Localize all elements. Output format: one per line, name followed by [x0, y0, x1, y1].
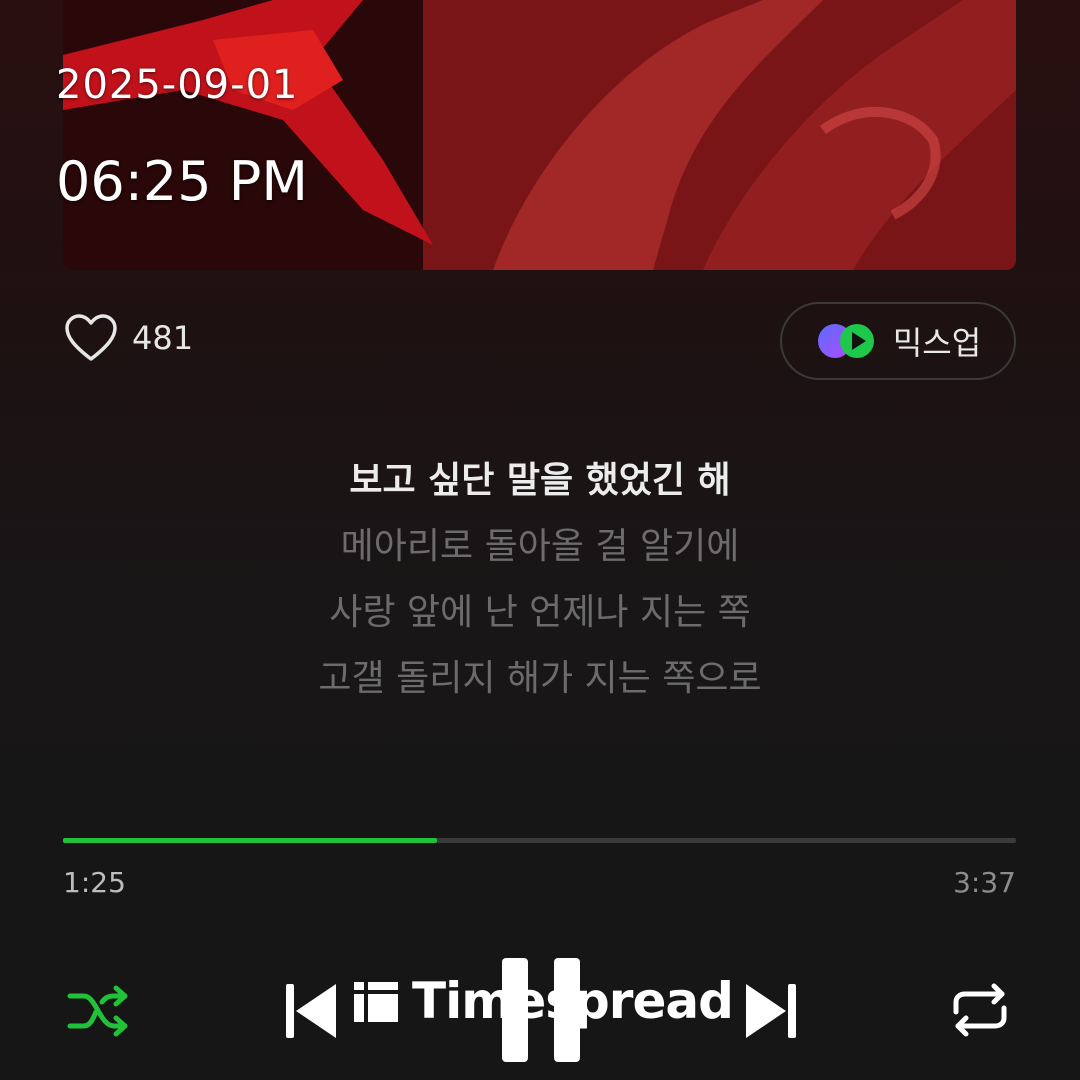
lyrics-panel[interactable]: 보고 싶단 말을 했었긴 해 메아리로 돌아올 걸 알기에 사랑 앞에 난 언제…	[0, 448, 1080, 712]
progress-fill	[63, 838, 437, 843]
mixup-button[interactable]: 믹스업	[780, 302, 1016, 380]
skip-next-icon	[746, 984, 796, 1038]
previous-button[interactable]	[284, 980, 340, 1046]
lyric-line[interactable]: 사랑 앞에 난 언제나 지는 쪽	[0, 580, 1080, 646]
total-time: 3:37	[953, 866, 1016, 899]
watermark-logo-icon	[354, 982, 398, 1022]
lyric-line[interactable]: 고갤 돌리지 해가 지는 쪽으로	[0, 646, 1080, 712]
heart-outline-icon	[65, 314, 117, 361]
shuffle-button[interactable]	[66, 984, 132, 1042]
status-time: 06:25 PM	[56, 150, 308, 213]
watermark: Timespread	[354, 972, 734, 1030]
next-button[interactable]	[742, 980, 798, 1046]
status-date: 2025-09-01	[56, 62, 299, 108]
progress-bar[interactable]	[63, 838, 1016, 843]
album-artwork	[63, 0, 1016, 270]
album-artwork-graphic	[63, 0, 1016, 270]
like-count: 481	[132, 319, 194, 357]
repeat-icon	[953, 983, 1007, 1037]
repeat-button[interactable]	[950, 982, 1010, 1042]
lyric-line-current[interactable]: 보고 싶단 말을 했었긴 해	[0, 448, 1080, 514]
mixup-logo-icon	[817, 324, 874, 358]
shuffle-icon	[67, 985, 128, 1037]
mixup-label: 믹스업	[892, 324, 982, 362]
skip-previous-icon	[286, 984, 336, 1038]
like-button[interactable]: 481	[64, 313, 193, 363]
lyric-line[interactable]: 메아리로 돌아올 걸 알기에	[0, 514, 1080, 580]
watermark-text: Timespread	[412, 972, 734, 1030]
current-time: 1:25	[63, 866, 126, 899]
